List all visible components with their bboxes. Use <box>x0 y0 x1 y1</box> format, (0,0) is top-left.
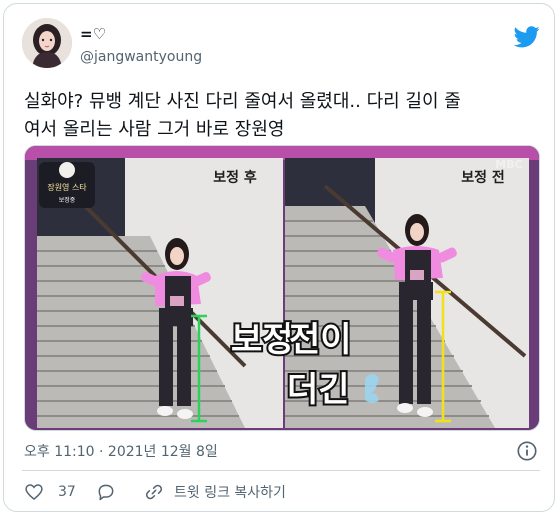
display-name[interactable]: =♡ <box>80 25 106 43</box>
left-photo-panel: 장원영 스타 보정중 보정 후 <box>37 158 283 428</box>
caption-before: 보정 전 <box>461 169 505 186</box>
link-icon <box>145 484 163 500</box>
info-icon[interactable] <box>516 440 538 462</box>
copy-link-button[interactable]: 트윗 링크 복사하기 <box>144 480 286 504</box>
twitter-bird-icon[interactable] <box>514 26 540 48</box>
tweet-card: =♡ @jangwantyoung 실화야? 뮤뱅 계단 사진 다리 줄여서 올… <box>3 3 555 512</box>
reply-icon <box>98 484 114 501</box>
tweet-media[interactable]: 장원영 스타 보정중 보정 후 MBC 보정 전 보정 전이 더긴 <box>24 145 540 431</box>
heart-icon <box>25 484 43 501</box>
caption-after: 보정 후 <box>213 169 257 186</box>
user-handle[interactable]: @jangwantyoung <box>80 49 202 65</box>
media-image: 장원영 스타 보정중 보정 후 MBC 보정 전 보정 전이 더긴 <box>25 146 539 430</box>
like-count: 37 <box>58 484 76 500</box>
tweet-text: 실화야? 뮤뱅 계단 사진 다리 줄여서 올렸대.. 다리 길이 줄 여서 올리… <box>24 88 544 144</box>
sticker-text: 장원영 스타 <box>47 182 87 192</box>
tweet-timestamp[interactable]: 오후 11:10 · 2021년 12월 8일 <box>24 441 218 461</box>
sticker-sub: 보정중 <box>59 197 76 204</box>
avatar-image <box>22 18 72 68</box>
avatar[interactable] <box>22 18 72 68</box>
tweet-text-line-2: 여서 올리는 사람 그거 바로 장원영 <box>24 119 285 140</box>
like-button[interactable]: 37 <box>24 480 76 504</box>
reply-button[interactable] <box>96 480 116 504</box>
tweet-text-line-1: 실화야? 뮤뱅 계단 사진 다리 줄여서 올렸대.. 다리 길이 줄 <box>24 91 461 112</box>
copy-link-label: 트윗 링크 복사하기 <box>174 485 286 501</box>
overlay-word-1: 보정 <box>231 320 294 360</box>
overlay-word-3: 더긴 <box>287 370 350 410</box>
divider <box>22 470 540 471</box>
overlay-word-2: 전이 <box>289 320 352 360</box>
